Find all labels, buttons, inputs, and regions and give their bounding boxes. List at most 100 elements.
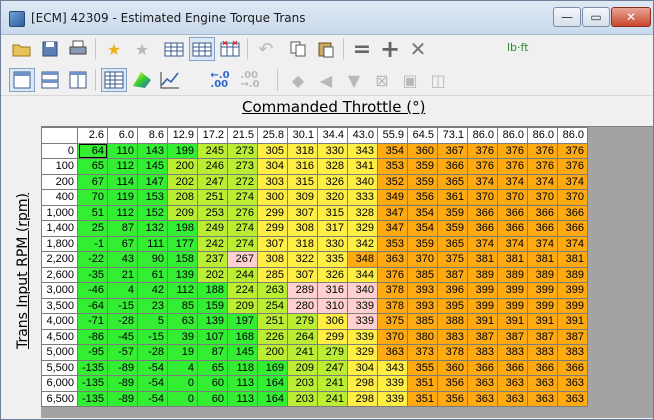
table-cell[interactable]: 326	[317, 266, 348, 283]
table-cell[interactable]: 347	[377, 204, 408, 221]
table-cell[interactable]: 139	[197, 313, 228, 330]
compare-red-icon[interactable]	[217, 37, 243, 61]
table-cell[interactable]: 374	[527, 235, 558, 252]
table-cell[interactable]: 399	[527, 282, 558, 299]
row-header[interactable]: 4,500	[41, 328, 78, 345]
table-cell[interactable]: 374	[467, 235, 498, 252]
table-cell[interactable]: 340	[347, 173, 378, 190]
table-cell[interactable]: -135	[77, 375, 108, 392]
table-cell[interactable]: 340	[347, 282, 378, 299]
table-cell[interactable]: 107	[197, 328, 228, 345]
table-cell[interactable]: 263	[257, 282, 288, 299]
table-cell[interactable]: 366	[497, 359, 528, 376]
table-cell[interactable]: -15	[107, 297, 138, 314]
table-cell[interactable]: 21	[107, 266, 138, 283]
table-cell[interactable]: 388	[437, 313, 468, 330]
table-cell[interactable]: 363	[527, 375, 558, 392]
table-cell[interactable]: 316	[287, 158, 318, 175]
table-cell[interactable]: 363	[467, 375, 498, 392]
table-cell[interactable]: 298	[347, 375, 378, 392]
difference-table-icon[interactable]	[189, 37, 215, 61]
table-cell[interactable]: 153	[137, 189, 168, 206]
column-header[interactable]: 8.6	[137, 127, 168, 144]
row-header[interactable]: 3,000	[41, 282, 78, 299]
table-cell[interactable]: 67	[77, 173, 108, 190]
table-cell[interactable]: -28	[137, 344, 168, 361]
table-cell[interactable]: 363	[497, 375, 528, 392]
table-cell[interactable]: 19	[167, 344, 198, 361]
table-cell[interactable]: 164	[257, 390, 288, 407]
table-cell[interactable]: 209	[167, 204, 198, 221]
table-cell[interactable]: 298	[347, 390, 378, 407]
table-cell[interactable]: 289	[287, 282, 318, 299]
table-cell[interactable]: 145	[137, 158, 168, 175]
table-cell[interactable]: 306	[317, 313, 348, 330]
table-cell[interactable]: 114	[107, 173, 138, 190]
table-cell[interactable]: 366	[467, 204, 498, 221]
table-cell[interactable]: 366	[497, 204, 528, 221]
table-cell[interactable]: 399	[557, 282, 588, 299]
table-cell[interactable]: 330	[317, 235, 348, 252]
table-cell[interactable]: 387	[527, 328, 558, 345]
table-cell[interactable]: 42	[137, 282, 168, 299]
table-cell[interactable]: 61	[137, 266, 168, 283]
column-header[interactable]: 64.5	[407, 127, 438, 144]
table-cell[interactable]: 152	[137, 204, 168, 221]
table-cell[interactable]: 356	[437, 375, 468, 392]
table-cell[interactable]: 351	[407, 375, 438, 392]
table-cell[interactable]: 158	[167, 251, 198, 268]
table-cell[interactable]: 308	[287, 220, 318, 237]
table-cell[interactable]: 307	[257, 235, 288, 252]
row-header[interactable]: 6,000	[41, 375, 78, 392]
table-cell[interactable]: 381	[467, 251, 498, 268]
table-cell[interactable]: 370	[467, 189, 498, 206]
table-cell[interactable]: 376	[467, 142, 498, 159]
column-header[interactable]: 30.1	[287, 127, 318, 144]
table-cell[interactable]: 305	[257, 142, 288, 159]
table-cell[interactable]: 366	[557, 359, 588, 376]
table-cell[interactable]: 363	[377, 344, 408, 361]
table-cell[interactable]: 226	[257, 328, 288, 345]
table-cell[interactable]: 339	[377, 375, 408, 392]
table-cell[interactable]: 360	[407, 142, 438, 159]
table-cell[interactable]: 353	[377, 235, 408, 252]
table-cell[interactable]: 378	[377, 282, 408, 299]
table-cell[interactable]: 304	[347, 359, 378, 376]
table-cell[interactable]: 300	[257, 189, 288, 206]
table-cell[interactable]: -54	[137, 390, 168, 407]
table-cell[interactable]: 273	[227, 142, 258, 159]
table-cell[interactable]: 376	[467, 158, 498, 175]
table-cell[interactable]: 343	[377, 359, 408, 376]
table-cell[interactable]: 389	[527, 266, 558, 283]
table-cell[interactable]: 251	[257, 313, 288, 330]
table-cell[interactable]: 381	[527, 251, 558, 268]
column-header[interactable]: 86.0	[497, 127, 528, 144]
table-cell[interactable]: 399	[557, 297, 588, 314]
table-cell[interactable]: 391	[497, 313, 528, 330]
table-cell[interactable]: 359	[437, 204, 468, 221]
table-cell[interactable]: 322	[287, 251, 318, 268]
table-cell[interactable]: 113	[227, 390, 258, 407]
column-header[interactable]: 21.5	[227, 127, 258, 144]
table-cell[interactable]: 273	[227, 158, 258, 175]
decrease-decimals-icon[interactable]: .00 →.0	[237, 68, 263, 92]
table-cell[interactable]: 376	[497, 142, 528, 159]
table-cell[interactable]: 112	[167, 282, 198, 299]
table-cell[interactable]: 280	[287, 297, 318, 314]
table-cell[interactable]: 320	[317, 189, 348, 206]
table-cell[interactable]: -54	[137, 375, 168, 392]
table-cell[interactable]: 279	[317, 344, 348, 361]
table-cell[interactable]: 370	[407, 251, 438, 268]
column-header[interactable]: 73.1	[437, 127, 468, 144]
table-cell[interactable]: 60	[197, 390, 228, 407]
table-cell[interactable]: 347	[377, 220, 408, 237]
add-favorite-icon[interactable]: ★	[101, 37, 127, 61]
table-cell[interactable]: 202	[167, 173, 198, 190]
column-header[interactable]: 86.0	[527, 127, 558, 144]
table-cell[interactable]: 64	[77, 142, 108, 159]
table-cell[interactable]: 348	[347, 251, 378, 268]
table-cell[interactable]: 307	[287, 266, 318, 283]
table-cell[interactable]: 90	[137, 251, 168, 268]
table-cell[interactable]: 251	[197, 189, 228, 206]
table-cell[interactable]: -1	[77, 235, 108, 252]
